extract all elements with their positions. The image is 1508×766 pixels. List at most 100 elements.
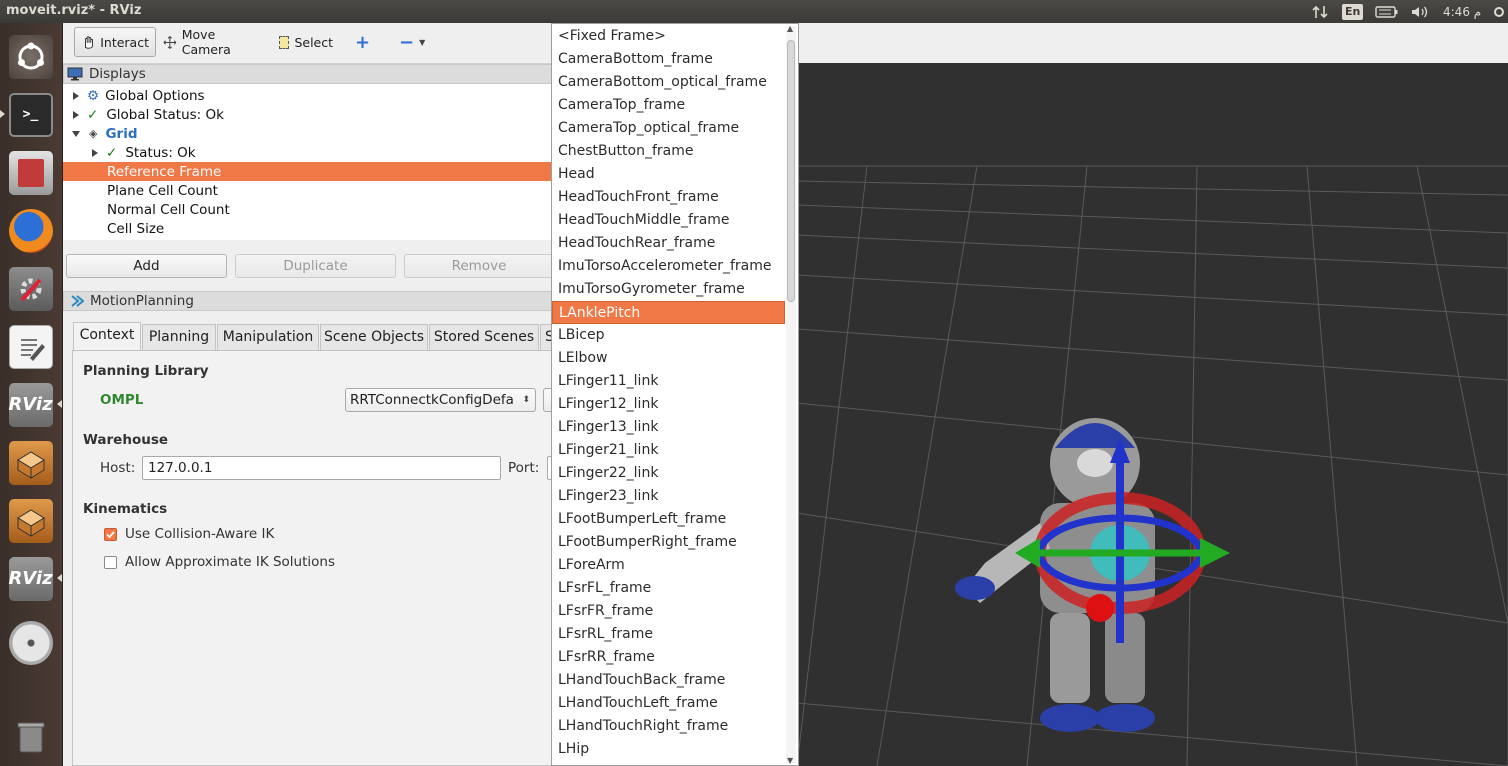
scrollbar-thumb[interactable] xyxy=(787,40,795,302)
tree-item-global-options[interactable]: ⚙ Global Options xyxy=(63,86,553,105)
expand-arrow-icon[interactable] xyxy=(73,91,79,100)
list-item[interactable]: LFsrRR_frame xyxy=(552,646,785,669)
tree-item-status[interactable]: ✓ Status: Ok xyxy=(63,143,553,162)
tab-manipulation[interactable]: Manipulation xyxy=(217,324,319,350)
remove-display-button[interactable]: Remove xyxy=(404,254,554,278)
list-item[interactable]: ImuTorsoGyrometer_frame xyxy=(552,278,785,301)
firefox-icon[interactable] xyxy=(5,205,56,256)
plus-icon: + xyxy=(355,31,371,53)
collapse-arrow-icon[interactable] xyxy=(72,130,80,137)
list-item[interactable]: LHandTouchRight_frame xyxy=(552,715,785,738)
checkmark-icon: ✓ xyxy=(106,144,118,161)
list-item[interactable]: LFinger11_link xyxy=(552,370,785,393)
list-item-selected[interactable]: LAnklePitch xyxy=(552,301,785,324)
tab-stored-scenes[interactable]: Stored Scenes xyxy=(429,324,539,350)
tree-item-cell-size[interactable]: Cell Size xyxy=(63,219,553,238)
rviz-icon[interactable]: RViz xyxy=(5,553,56,604)
list-item[interactable]: CameraTop_frame xyxy=(552,94,785,117)
list-item[interactable]: LFinger13_link xyxy=(552,416,785,439)
remove-tool-menu-button[interactable]: − ▼ xyxy=(393,27,429,57)
list-item[interactable]: HeadTouchRear_frame xyxy=(552,232,785,255)
clock[interactable]: 4:46 م xyxy=(1443,2,1481,21)
planning-library-label: Planning Library xyxy=(83,363,209,379)
list-item[interactable]: LFinger23_link xyxy=(552,485,785,508)
tab-planning[interactable]: Planning xyxy=(142,324,216,350)
list-item[interactable]: LHip xyxy=(552,738,785,761)
use-collision-ik-label: Use Collision-Aware IK xyxy=(125,526,275,542)
box-app-icon[interactable] xyxy=(5,495,56,546)
battery-icon[interactable] xyxy=(1375,2,1399,21)
list-item[interactable]: LFsrRL_frame xyxy=(552,623,785,646)
allow-approx-ik-label: Allow Approximate IK Solutions xyxy=(125,554,336,570)
keyboard-layout-indicator[interactable]: En xyxy=(1342,2,1364,21)
host-label: Host: xyxy=(100,460,136,476)
system-settings-icon[interactable] xyxy=(5,263,56,314)
network-arrows-icon[interactable] xyxy=(1312,2,1328,21)
ompl-label: OMPL xyxy=(100,392,144,408)
list-item[interactable]: LElbow xyxy=(552,347,785,370)
host-input[interactable]: 127.0.0.1 xyxy=(142,456,501,480)
interact-tool-button[interactable]: Interact xyxy=(74,27,156,57)
tree-item-reference-frame[interactable]: Reference Frame xyxy=(63,162,553,181)
robot-model[interactable] xyxy=(945,403,1265,753)
list-item[interactable]: <Fixed Frame> xyxy=(552,25,785,48)
ubuntu-logo-icon[interactable] xyxy=(5,31,56,82)
select-tool-button[interactable]: Select xyxy=(273,27,339,57)
planner-select[interactable]: RRTConnectkConfigDefa ⬍ xyxy=(345,388,536,412)
expand-arrow-icon[interactable] xyxy=(92,148,98,157)
list-item[interactable]: HeadTouchFront_frame xyxy=(552,186,785,209)
file-cabinet-icon[interactable] xyxy=(5,147,56,198)
list-item[interactable]: LFinger22_link xyxy=(552,462,785,485)
chevron-down-icon: ▼ xyxy=(419,37,426,47)
rviz-icon[interactable]: RViz xyxy=(5,379,56,430)
trash-icon[interactable] xyxy=(5,711,56,762)
use-collision-ik-checkbox[interactable] xyxy=(104,528,117,541)
add-tool-button[interactable]: + xyxy=(349,27,375,57)
gear-menu-icon[interactable] xyxy=(1493,2,1505,21)
motion-planning-panel-title[interactable]: MotionPlanning xyxy=(63,291,553,311)
move-camera-tool-button[interactable]: Move Camera xyxy=(157,27,267,57)
terminal-icon[interactable]: >_ xyxy=(5,89,56,140)
list-item[interactable]: LFinger21_link xyxy=(552,439,785,462)
list-item[interactable]: LFsrFL_frame xyxy=(552,577,785,600)
disc-icon[interactable] xyxy=(5,617,56,668)
list-item[interactable]: LFootBumperRight_frame xyxy=(552,531,785,554)
spinner-arrows-icon: ⬍ xyxy=(522,395,530,405)
minus-icon: − xyxy=(399,31,415,53)
scroll-up-arrow-icon[interactable]: ▲ xyxy=(787,24,793,33)
list-item[interactable]: LFinger12_link xyxy=(552,393,785,416)
list-item[interactable]: HeadTouchMiddle_frame xyxy=(552,209,785,232)
list-item[interactable]: ChestButton_frame xyxy=(552,140,785,163)
list-item[interactable]: Head xyxy=(552,163,785,186)
list-item[interactable]: CameraBottom_frame xyxy=(552,48,785,71)
tree-item-grid[interactable]: ◈ Grid xyxy=(63,124,553,143)
list-item[interactable]: LForeArm xyxy=(552,554,785,577)
add-display-button[interactable]: Add xyxy=(66,254,227,278)
list-item[interactable]: ImuTorsoAccelerometer_frame xyxy=(552,255,785,278)
text-editor-icon[interactable] xyxy=(5,321,56,372)
duplicate-display-button[interactable]: Duplicate xyxy=(235,254,396,278)
box-app-icon[interactable] xyxy=(5,437,56,488)
tree-item-normal-cell-count[interactable]: Normal Cell Count xyxy=(63,200,553,219)
tab-context[interactable]: Context xyxy=(73,322,141,350)
list-item[interactable]: LHandTouchBack_frame xyxy=(552,669,785,692)
expand-arrow-icon[interactable] xyxy=(73,110,79,119)
launcher: >_ RViz RViz xyxy=(0,23,63,766)
list-item[interactable]: CameraTop_optical_frame xyxy=(552,117,785,140)
allow-approx-ik-checkbox[interactable] xyxy=(104,556,117,569)
dropdown-scrollbar[interactable]: ▲ ▼ xyxy=(786,24,796,765)
tree-item-plane-cell-count[interactable]: Plane Cell Count xyxy=(63,181,553,200)
tree-item-global-status[interactable]: ✓ Global Status: Ok xyxy=(63,105,553,124)
tab-scene-objects[interactable]: Scene Objects xyxy=(320,324,428,350)
list-item[interactable]: CameraBottom_optical_frame xyxy=(552,71,785,94)
list-item[interactable]: LHandTouchLeft_frame xyxy=(552,692,785,715)
motion-planning-icon xyxy=(71,295,84,307)
list-item[interactable]: LBicep xyxy=(552,324,785,347)
displays-panel-title[interactable]: Displays xyxy=(63,64,553,84)
list-item[interactable]: LFsrFR_frame xyxy=(552,600,785,623)
volume-icon[interactable] xyxy=(1410,2,1430,21)
reference-frame-dropdown-list[interactable]: <Fixed Frame> CameraBottom_frame CameraB… xyxy=(551,23,799,766)
3d-viewport[interactable] xyxy=(797,63,1508,766)
scroll-down-arrow-icon[interactable]: ▼ xyxy=(787,756,793,765)
list-item[interactable]: LFootBumperLeft_frame xyxy=(552,508,785,531)
